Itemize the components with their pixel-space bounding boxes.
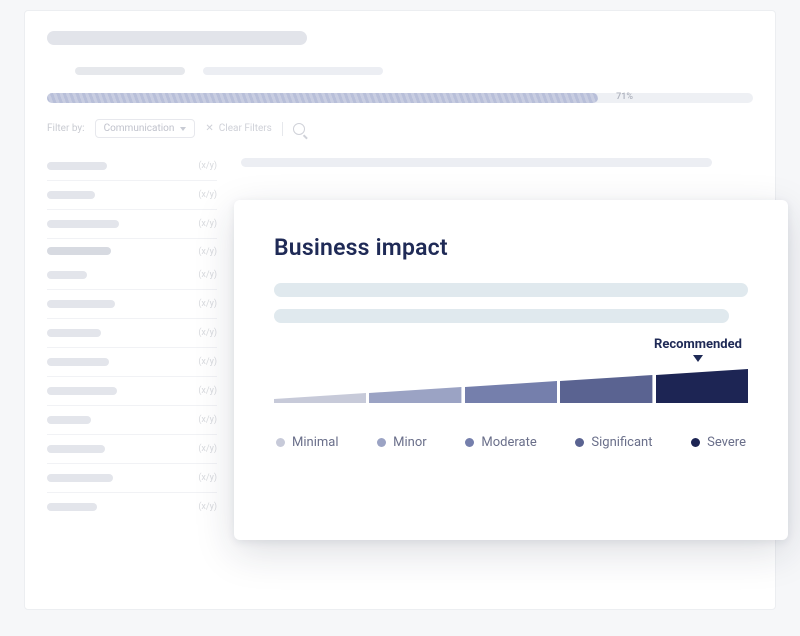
impact-wedge-minimal[interactable] [274,369,366,403]
filter-toolbar: Filter by: Communication ✕ Clear Filters [47,119,753,138]
bg-title-row [47,31,753,45]
clear-filters-label: Clear Filters [219,123,272,134]
list-item[interactable]: (x/y) [47,210,217,239]
filter-by-label: Filter by: [47,123,85,134]
legend-label: Moderate [481,435,536,450]
filter-select[interactable]: Communication [95,119,196,138]
legend-item-severe: Severe [691,435,746,450]
bg-subheader-row [47,67,753,75]
bg-left-sidebar: (x/y) (x/y) (x/y) (x/y) (x/y) (x/y) (x/y… [47,152,217,521]
filter-select-value: Communication [104,123,175,134]
business-impact-card: Business impact Recommended Minimal Minor… [234,200,788,540]
list-item[interactable]: (x/y) [47,435,217,464]
impact-scale-chart: Recommended MinimalMinorModerateSignific… [274,369,748,450]
bg-subheader-placeholder-a [75,67,185,75]
impact-wedge-severe[interactable] [656,369,748,403]
clear-filters-button[interactable]: ✕ Clear Filters [205,123,271,134]
close-icon: ✕ [205,123,213,134]
legend-item-minimal: Minimal [276,435,338,450]
list-item[interactable]: (x/y) [47,464,217,493]
legend-dot-icon [377,438,386,447]
bg-page-title-placeholder [47,31,307,45]
impact-wedge-moderate[interactable] [465,369,557,403]
chevron-down-icon [180,127,186,131]
impact-wedges [274,369,748,403]
legend-item-significant: Significant [575,435,652,450]
legend-label: Severe [707,435,746,450]
toolbar-divider [282,122,283,136]
list-item[interactable]: (x/y) [47,493,217,521]
legend-dot-icon [575,438,584,447]
caret-down-icon [693,355,703,362]
legend-dot-icon [276,438,285,447]
legend-dot-icon [465,438,474,447]
legend-label: Minor [393,435,427,450]
card-title: Business impact [274,234,748,261]
legend-dot-icon [691,438,700,447]
search-icon[interactable] [293,123,305,135]
list-item[interactable]: (x/y) [47,377,217,406]
list-item[interactable]: (x/y) [47,261,217,290]
content-placeholder-line [241,158,712,167]
list-item[interactable]: (x/y) [47,406,217,435]
card-description-placeholder [274,309,729,323]
legend-label: Minimal [292,435,338,450]
impact-legend: Minimal Minor Moderate Significant Severe [274,435,748,450]
list-item[interactable]: (x/y) [47,152,217,181]
bg-subheader-placeholder-b [203,67,383,75]
list-item[interactable]: (x/y) [47,290,217,319]
progress-percent-label: 71% [616,92,633,102]
list-group-header: (x/y) [47,239,217,261]
legend-item-minor: Minor [377,435,427,450]
legend-item-moderate: Moderate [465,435,536,450]
impact-wedge-significant[interactable] [560,369,652,403]
progress-bar: 71% [47,93,753,103]
impact-wedge-minor[interactable] [369,369,461,403]
list-item[interactable]: (x/y) [47,319,217,348]
recommended-label: Recommended [648,337,748,352]
progress-bar-fill [47,93,598,103]
recommended-indicator: Recommended [648,337,748,362]
list-item[interactable]: (x/y) [47,181,217,210]
legend-label: Significant [591,435,652,450]
list-item[interactable]: (x/y) [47,348,217,377]
card-description-placeholder [274,283,748,297]
